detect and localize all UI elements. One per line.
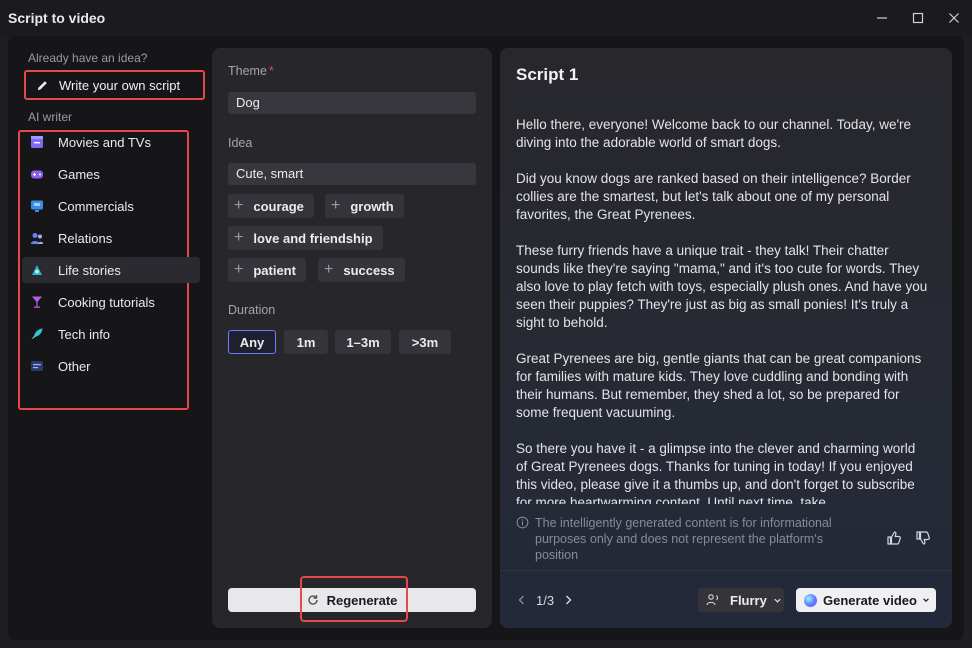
sidebar-heading-idea: Already have an idea? <box>28 51 148 65</box>
info-icon <box>516 516 529 529</box>
tag-patient[interactable]: + patient <box>228 258 306 282</box>
glass-icon <box>32 296 42 308</box>
close-button[interactable] <box>936 0 972 36</box>
sidebar-item-label: Other <box>58 358 91 374</box>
plus-icon: + <box>234 229 244 246</box>
thumbs-up-icon[interactable] <box>886 530 902 546</box>
theme-input[interactable]: Dog <box>228 92 476 114</box>
chevron-down-icon <box>923 598 929 603</box>
sidebar-item-label: Cooking tutorials <box>58 294 155 310</box>
sidebar-item-life-stories[interactable]: Life stories <box>22 257 200 283</box>
script-preview-panel: Script 1 Hello there, everyone! Welcome … <box>500 48 952 628</box>
sidebar-item-label: Relations <box>58 230 113 246</box>
thumbs-down-icon[interactable] <box>915 530 931 546</box>
tag-label: success <box>343 262 395 278</box>
window-title: Script to video <box>8 10 106 26</box>
plus-icon: + <box>234 197 244 214</box>
monitor-icon <box>31 200 43 212</box>
next-script-button[interactable] <box>562 594 574 606</box>
sidebar-item-other[interactable]: Other <box>22 353 200 379</box>
script-pager: 1/3 <box>516 588 574 612</box>
sidebar-heading-ai: AI writer <box>28 110 73 124</box>
sidebar-item-label: Commercials <box>58 198 134 214</box>
list-icon <box>31 361 43 371</box>
tag-growth[interactable]: + growth <box>325 194 404 218</box>
chevron-left-icon <box>518 595 524 605</box>
sidebar-item-games[interactable]: Games <box>22 161 200 187</box>
rocket-icon <box>31 328 43 340</box>
duration-1-3m[interactable]: 1–3m <box>335 330 391 354</box>
write-own-script-button[interactable]: Write your own script <box>24 70 205 100</box>
script-paragraph: Did you know dogs are ranked based on th… <box>516 171 911 222</box>
voice-select[interactable]: Flurry <box>698 588 784 612</box>
sidebar-item-label: Tech info <box>58 326 111 342</box>
voice-label: Flurry <box>730 592 767 608</box>
plus-icon: + <box>234 261 244 278</box>
idea-input[interactable]: Cute, smart <box>228 163 476 185</box>
duration-label: Duration <box>228 303 276 317</box>
generate-video-label: Generate video <box>823 592 917 608</box>
sidebar-item-cooking-tutorials[interactable]: Cooking tutorials <box>22 289 200 315</box>
clapperboard-icon <box>31 136 43 148</box>
sidebar: Already have an idea? Write your own scr… <box>8 36 206 640</box>
pencil-icon <box>37 80 47 90</box>
tag-success[interactable]: + success <box>318 258 405 282</box>
tag-love-and-friendship[interactable]: + love and friendship <box>228 226 383 250</box>
idea-label: Idea <box>228 136 253 150</box>
script-paragraph: So there you have it - a glimpse into th… <box>516 441 916 504</box>
tag-courage[interactable]: + courage <box>228 194 314 218</box>
life-icon <box>32 265 42 275</box>
tag-label: love and friendship <box>253 230 373 246</box>
sidebar-item-commercials[interactable]: Commercials <box>22 193 200 219</box>
chevron-right-icon <box>566 595 572 605</box>
maximize-button[interactable] <box>900 0 936 36</box>
pager-text: 1/3 <box>536 592 555 608</box>
close-icon <box>949 13 959 23</box>
window-controls <box>864 0 972 36</box>
sidebar-item-tech-info[interactable]: Tech info <box>22 321 200 347</box>
sidebar-item-relations[interactable]: Relations <box>22 225 200 251</box>
divider <box>500 570 952 571</box>
script-paragraph: These furry friends have a unique trait … <box>516 243 928 330</box>
tag-label: patient <box>253 262 296 278</box>
voice-icon <box>706 594 719 606</box>
ai-orb-icon <box>804 593 817 607</box>
gamepad-icon <box>31 170 43 179</box>
sidebar-item-label: Life stories <box>58 262 121 278</box>
chevron-down-icon <box>774 598 781 603</box>
duration-any[interactable]: Any <box>228 330 276 354</box>
theme-label: Theme * <box>228 64 274 78</box>
script-paragraph: Hello there, everyone! Welcome back to o… <box>516 117 912 150</box>
plus-icon: + <box>324 261 334 278</box>
people-icon <box>30 233 44 244</box>
sidebar-item-label: Games <box>58 166 100 182</box>
plus-icon: + <box>331 197 341 214</box>
regenerate-highlight <box>300 576 408 622</box>
duration-1m[interactable]: 1m <box>284 330 328 354</box>
generate-video-button[interactable]: Generate video <box>796 588 936 612</box>
sidebar-item-label: Movies and TVs <box>58 134 151 150</box>
script-body[interactable]: Hello there, everyone! Welcome back to o… <box>516 116 928 504</box>
title-bar: Script to video <box>0 0 972 36</box>
tag-label: growth <box>350 198 394 214</box>
previous-script-button[interactable] <box>516 594 528 606</box>
disclaimer: The intelligently generated content is f… <box>516 515 856 563</box>
script-settings-panel: Theme * Dog Idea Cute, smart + courage + gr… <box>212 48 492 628</box>
tag-label: courage <box>253 198 304 214</box>
required-mark: * <box>268 64 274 78</box>
minimize-icon <box>877 17 887 19</box>
script-title: Script 1 <box>516 65 579 84</box>
sidebar-item-movies-and-tvs[interactable]: Movies and TVs <box>22 129 200 155</box>
script-paragraph: Great Pyrenees are big, gentle giants th… <box>516 351 922 420</box>
minimize-button[interactable] <box>864 0 900 36</box>
disclaimer-text: The intelligently generated content is f… <box>535 516 832 562</box>
maximize-icon <box>912 12 924 24</box>
theme-label-text: Theme <box>228 64 267 78</box>
duration-over-3m[interactable]: >3m <box>399 330 451 354</box>
write-own-script-label: Write your own script <box>59 77 181 93</box>
